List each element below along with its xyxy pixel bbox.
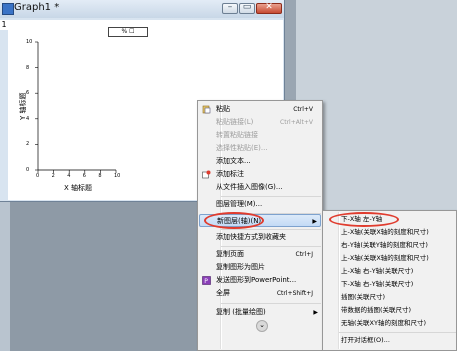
menu-item-transpose-paste-link[interactable]: 转置粘贴链接 [199,129,321,142]
menu-item-send-to-powerpoint[interactable]: P 发送图形到PowerPoint... [199,274,321,287]
menu-item-shortcut: Ctrl+Alt+V [280,119,313,126]
menu-separator [339,332,456,333]
menu-item-add-to-favorites[interactable]: 添加快捷方式到收藏夹 [199,231,321,244]
y-tick-label: 10 [26,39,33,45]
submenu-item-top-x-right-y[interactable]: 上-X轴 右-Y轴(关联尺寸) [324,265,456,278]
y-tick-label: 8 [26,64,30,71]
annotation-icon [202,170,211,179]
submenu-item-label: 上-X轴 右-Y轴(关联尺寸) [341,267,414,275]
menu-item-add-text[interactable]: 添加文本... [199,155,321,168]
highlight-ellipse [329,212,399,227]
x-tick-label: 4 [67,173,71,179]
submenu-item-open-dialog[interactable]: 打开对话框(O)... [324,334,456,347]
layer-number-tab[interactable]: 1 [0,20,8,30]
submenu-item-bottom-x-right-y[interactable]: 下-X轴 右-Y轴(关联尺寸) [324,278,456,291]
graph-window-icon [2,3,14,15]
x-tick-label: 8 [98,173,102,179]
menu-item-insert-image[interactable]: 从文件插入图像(G)... [199,181,321,194]
menu-item-fullscreen[interactable]: 全屏 Ctrl+Shift+J [199,287,321,300]
submenu-item-inset-with-data[interactable]: 带数据的插图(关联尺寸) [324,304,456,317]
menu-item-shortcut: Ctrl+Shift+J [276,290,313,297]
menu-item-add-annotation[interactable]: 添加标注 [199,168,321,181]
menu-item-label: 转置粘贴链接 [216,131,258,139]
menu-item-shortcut: Ctrl+V [293,106,313,113]
submenu-item-top-x-linked[interactable]: 上-X轴(关联X轴的刻度和尺寸) [324,226,456,239]
menu-separator [221,229,321,230]
menu-item-label: 添加文本... [216,157,251,165]
window-title: Graph1 * [14,2,60,13]
menu-item-label: 从文件插入图像(G)... [216,183,283,191]
x-tick-label: 6 [82,173,86,179]
y-tick-label: 2 [26,141,30,148]
menu-item-label: 图层管理(M)... [216,200,263,208]
more-items-chevron-icon[interactable]: ⌄ [256,320,268,332]
maximize-button[interactable]: ▭ [239,2,255,14]
submenu-item-label: 上-X轴(关联X轴的刻度和尺寸) [341,254,429,262]
powerpoint-icon: P [202,276,211,285]
paste-icon [202,105,211,114]
submenu-arrow-icon: ▶ [313,309,318,316]
x-tick-label: 0 [36,173,40,179]
submenu-item-top-x-linked-2[interactable]: 上-X轴(关联X轴的刻度和尺寸) [324,252,456,265]
menu-item-label: 复制 (批量绘图) [216,308,266,316]
y-tick-label: 4 [26,115,30,122]
submenu-item-label: 下-X轴 右-Y轴(关联尺寸) [341,280,414,288]
minimize-button[interactable]: – [222,2,238,14]
new-layer-submenu: 下-X轴 左-Y轴 上-X轴(关联X轴的刻度和尺寸) 右-Y轴(关联Y轴的刻度和… [322,210,457,351]
menu-item-label: 粘贴 [216,105,230,113]
menu-item-label: 添加标注 [216,170,244,178]
menu-item-paste-special[interactable]: 选择性粘贴(E)... [199,142,321,155]
close-button[interactable]: ✕ [256,2,282,14]
window-titlebar[interactable]: Graph1 * – ▭ ✕ [0,0,284,18]
y-tick-label: 6 [26,90,30,97]
menu-item-copy-as-picture[interactable]: 复制图形为图片 [199,261,321,274]
menu-separator [221,303,321,304]
menu-item-label: 复制页面 [216,250,244,258]
x-axis-title[interactable]: X 轴标题 [64,183,92,193]
menu-item-label: 全屏 [216,289,230,297]
menu-item-label: 发送图形到PowerPoint... [216,276,297,284]
menu-item-shortcut: Ctrl+J [295,251,313,258]
submenu-item-inset[interactable]: 插图(关联尺寸) [324,291,456,304]
menu-item-label: 粘贴链接(L) [216,118,254,126]
x-tick-label: 10 [114,173,121,179]
menu-item-copy-page[interactable]: 复制页面 Ctrl+J [199,248,321,261]
submenu-item-label: 打开对话框(O)... [341,336,390,344]
context-menu: 粘贴 Ctrl+V 粘贴链接(L) Ctrl+Alt+V 转置粘贴链接 选择性粘… [197,100,323,351]
menu-item-batch-plot-copy[interactable]: 复制 (批量绘图) ▶ [199,306,321,319]
minimize-icon: – [227,2,233,12]
submenu-item-label: 插图(关联尺寸) [341,293,386,301]
menu-item-label: 复制图形为图片 [216,263,265,271]
menu-item-layer-management[interactable]: 图层管理(M)... [199,198,321,211]
menu-item-paste-link[interactable]: 粘贴链接(L) Ctrl+Alt+V [199,116,321,129]
svg-text:P: P [204,278,208,285]
close-icon: ✕ [265,2,273,12]
submenu-item-label: 上-X轴(关联X轴的刻度和尺寸) [341,228,429,236]
submenu-arrow-icon: ▶ [312,218,317,225]
submenu-item-label: 无轴(关联XY轴的刻度和尺寸) [341,319,426,327]
menu-item-label: 添加快捷方式到收藏夹 [216,233,286,241]
maximize-icon: ▭ [242,2,252,12]
submenu-item-label: 右-Y轴(关联Y轴的刻度和尺寸) [341,241,428,249]
menu-item-label: 选择性粘贴(E)... [216,144,268,152]
submenu-item-label: 带数据的插图(关联尺寸) [341,306,412,314]
menu-separator [221,196,321,197]
menu-separator [221,246,321,247]
submenu-item-right-y-linked[interactable]: 右-Y轴(关联Y轴的刻度和尺寸) [324,239,456,252]
submenu-item-no-axis[interactable]: 无轴(关联XY轴的刻度和尺寸) [324,317,456,330]
menu-item-paste[interactable]: 粘贴 Ctrl+V [199,103,321,116]
y-tick-label: 0 [26,167,30,173]
x-tick-label: 2 [51,173,55,179]
highlight-ellipse [204,212,264,229]
